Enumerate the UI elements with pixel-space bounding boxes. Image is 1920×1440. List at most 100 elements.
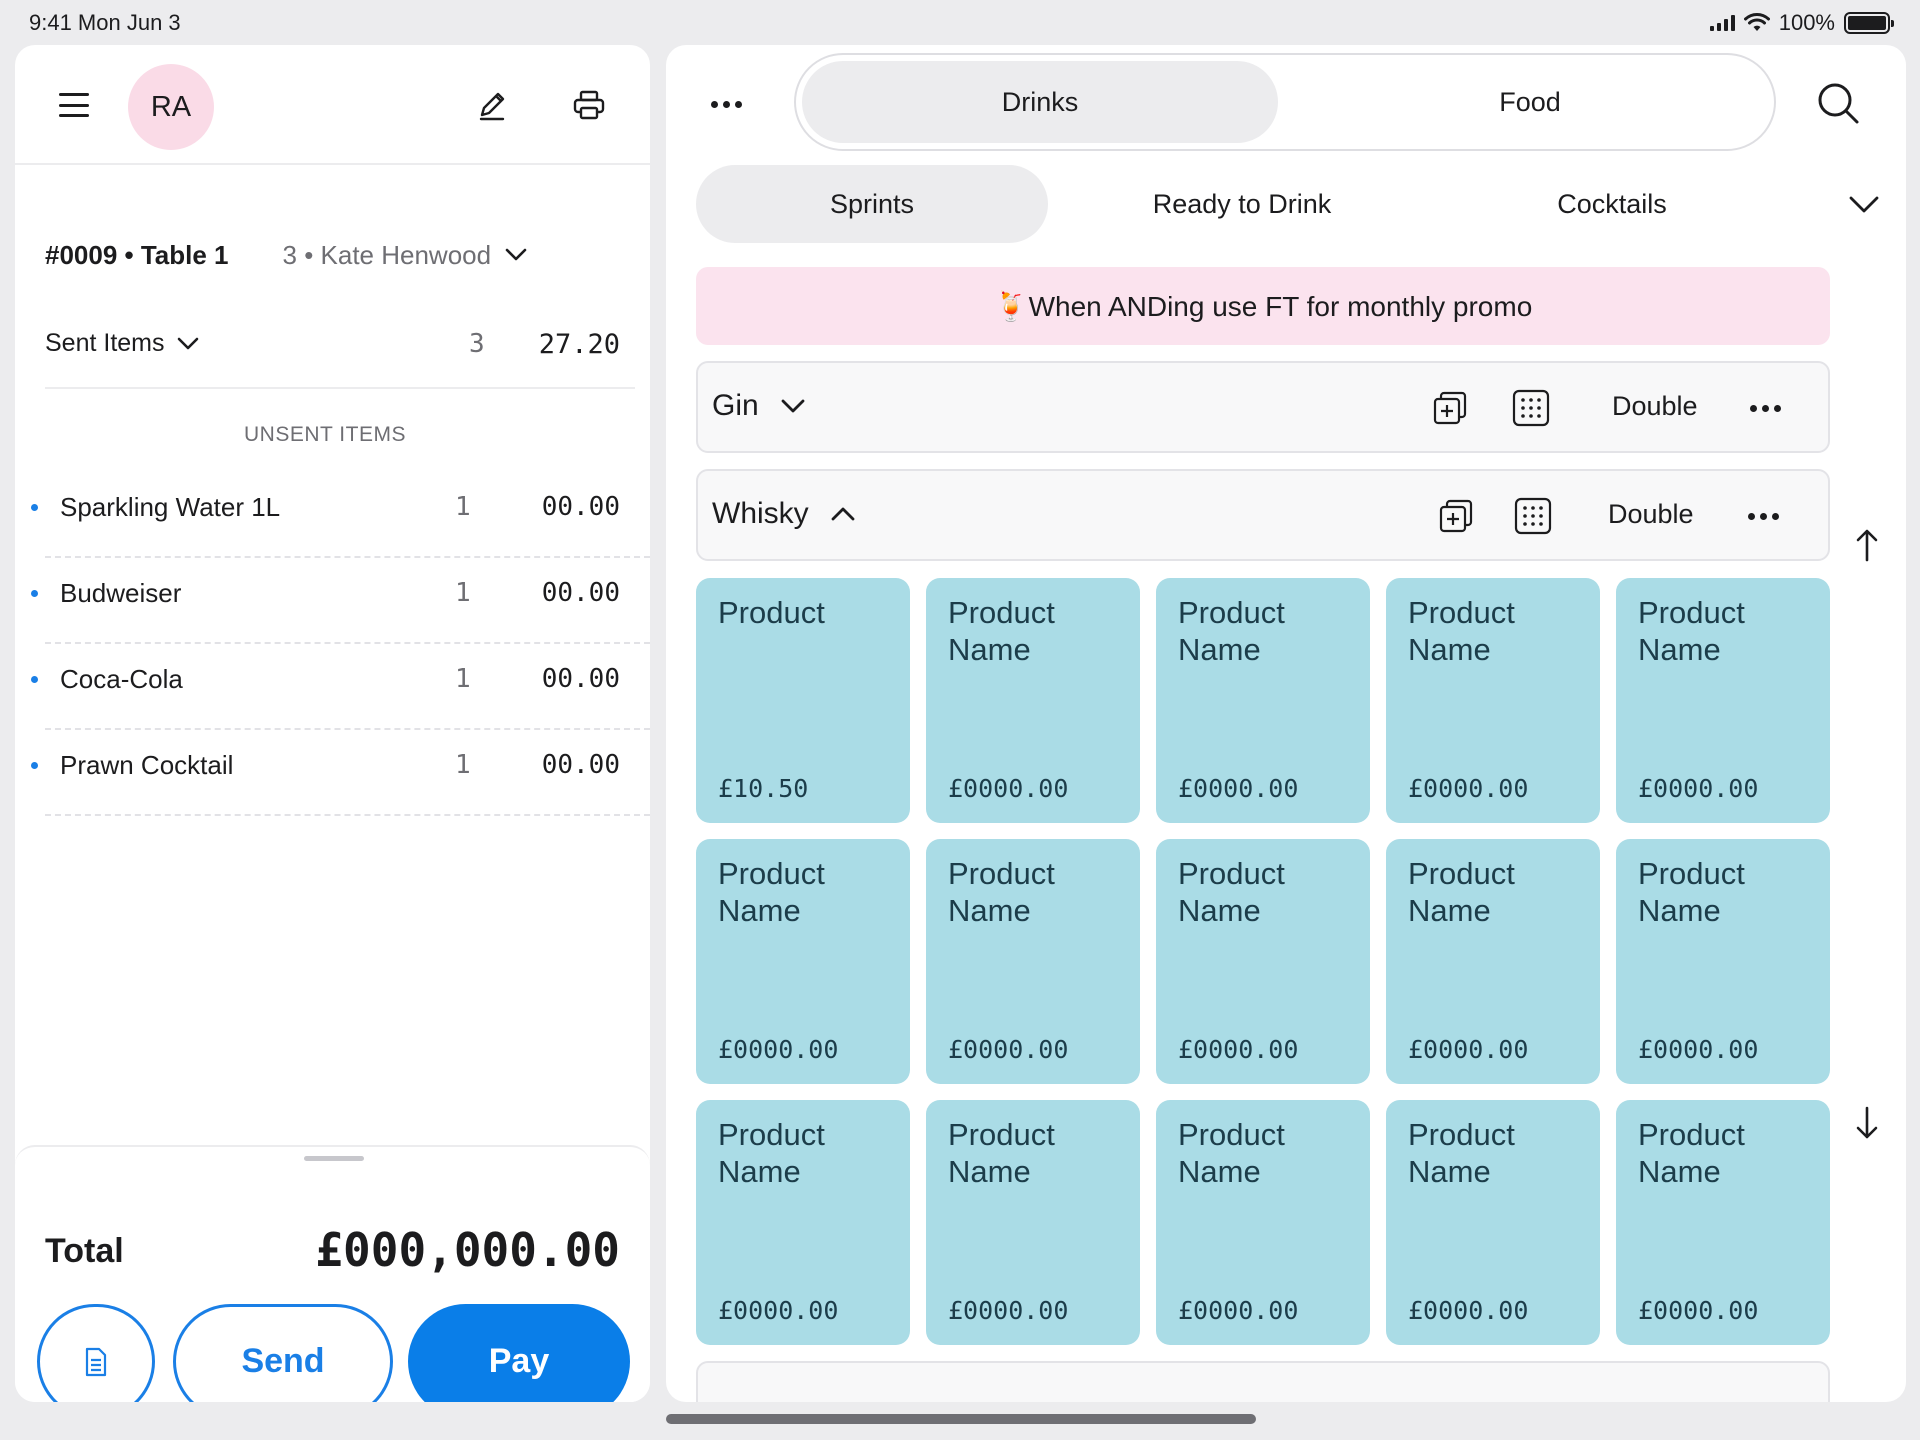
tab-drinks[interactable]: Drinks <box>802 61 1278 143</box>
portion-double-button[interactable]: Double <box>1612 391 1698 422</box>
sent-items-total: 27.20 <box>538 329 620 360</box>
product-name: Product <box>718 595 825 630</box>
product-tile[interactable]: Product Name £0000.00 <box>1156 1100 1370 1345</box>
arrow-down-icon[interactable] <box>1854 1105 1880 1141</box>
product-tile[interactable]: Product Name £0000.00 <box>1386 578 1600 823</box>
chevron-down-icon[interactable] <box>1846 187 1882 223</box>
list-item[interactable]: Sparkling Water 1L 1 00.00 <box>15 472 650 558</box>
chevron-down-icon <box>505 248 527 261</box>
item-qty: 1 <box>455 578 471 608</box>
item-price: 00.00 <box>541 578 620 608</box>
order-info-row: #0009 • Table 1 3 • Kate Henwood <box>45 237 625 273</box>
product-name: Product Name <box>1178 595 1285 667</box>
product-name: Product Name <box>718 856 825 928</box>
avatar[interactable]: RA <box>128 64 214 150</box>
list-item[interactable]: Coca-Cola 1 00.00 <box>15 644 650 730</box>
unsent-item-list: Sparkling Water 1L 1 00.00 Budweiser 1 0… <box>15 472 650 816</box>
unsent-dot <box>31 504 38 511</box>
product-tile[interactable]: Product Name £0000.00 <box>1616 1100 1830 1345</box>
drag-handle[interactable] <box>304 1156 364 1161</box>
item-name: Coca-Cola <box>60 664 183 694</box>
sent-items-toggle[interactable]: Sent Items <box>45 329 199 358</box>
product-price: £0000.00 <box>948 1296 1069 1325</box>
group-bar-next[interactable] <box>696 1361 1830 1402</box>
chevron-down-icon <box>177 337 198 349</box>
subtab-sprints[interactable]: Sprints <box>696 165 1048 243</box>
product-tile[interactable]: Product Name £0000.00 <box>1156 839 1370 1084</box>
group-toggle-gin[interactable]: Gin <box>712 389 805 423</box>
group-toggle-whisky[interactable]: Whisky <box>712 497 855 531</box>
product-tile[interactable]: Product Name £0000.00 <box>1156 578 1370 823</box>
tab-food[interactable]: Food <box>1292 61 1768 143</box>
subtab-cocktails[interactable]: Cocktails <box>1436 165 1788 243</box>
product-tile[interactable]: Product Name £0000.00 <box>926 578 1140 823</box>
keypad-icon[interactable] <box>1514 497 1552 535</box>
total-label: Total <box>45 1232 124 1270</box>
item-qty: 1 <box>455 664 471 694</box>
product-price: £0000.00 <box>1178 1296 1299 1325</box>
product-price: £0000.00 <box>1408 774 1529 803</box>
item-qty: 1 <box>455 750 471 780</box>
product-tile[interactable]: Product Name £0000.00 <box>696 839 910 1084</box>
hamburger-menu-icon[interactable] <box>59 93 89 117</box>
status-bar: 9:41 Mon Jun 3 100% <box>0 0 1920 44</box>
edit-pencil-icon[interactable] <box>472 85 512 125</box>
product-name: Product Name <box>1408 1117 1515 1189</box>
home-indicator[interactable] <box>666 1414 1256 1424</box>
product-price: £0000.00 <box>1408 1296 1529 1325</box>
chevron-up-icon <box>831 507 855 521</box>
pay-button[interactable]: Pay <box>408 1304 630 1402</box>
product-tile[interactable]: Product Name £0000.00 <box>1616 578 1830 823</box>
group-bar-gin: Gin Double <box>696 361 1830 453</box>
product-name: Product Name <box>1638 595 1745 667</box>
more-options-icon[interactable] <box>1748 513 1779 520</box>
guest-selector[interactable]: 3 • Kate Henwood <box>283 240 528 271</box>
menu-panel: Drinks Food Sprints Ready to Drink Cockt… <box>666 45 1906 1402</box>
item-name: Sparkling Water 1L <box>60 492 281 522</box>
product-name: Product Name <box>1178 1117 1285 1189</box>
product-tile[interactable]: Product Name £0000.00 <box>1616 839 1830 1084</box>
cellular-signal-icon <box>1709 15 1735 31</box>
unsent-dot <box>31 762 38 769</box>
unsent-items-heading: UNSENT ITEMS <box>244 423 406 446</box>
product-name: Product Name <box>948 856 1055 928</box>
add-duplicate-icon[interactable] <box>1438 498 1474 534</box>
product-name: Product Name <box>1408 856 1515 928</box>
sent-items-row[interactable]: Sent Items 3 27.20 <box>45 309 635 389</box>
printer-icon[interactable] <box>569 85 609 125</box>
group-name: Whisky <box>712 497 809 530</box>
arrow-up-icon[interactable] <box>1854 527 1880 563</box>
subtab-ready-to-drink[interactable]: Ready to Drink <box>1066 165 1418 243</box>
search-icon[interactable] <box>1816 81 1860 125</box>
keypad-icon[interactable] <box>1512 389 1550 427</box>
product-name: Product Name <box>1638 856 1745 928</box>
order-id: #0009 • Table 1 <box>45 239 229 270</box>
product-tile[interactable]: Product £10.50 <box>696 578 910 823</box>
product-price: £0000.00 <box>1408 1035 1529 1064</box>
product-price: £0000.00 <box>1178 1035 1299 1064</box>
add-duplicate-icon[interactable] <box>1432 390 1468 426</box>
more-options-icon[interactable] <box>1750 405 1781 412</box>
guest-label: 3 • Kate Henwood <box>282 239 492 270</box>
product-tile[interactable]: Product Name £0000.00 <box>1386 839 1600 1084</box>
sent-items-label: Sent Items <box>45 329 165 357</box>
list-item[interactable]: Prawn Cocktail 1 00.00 <box>15 730 650 816</box>
product-name: Product Name <box>1408 595 1515 667</box>
portion-double-button[interactable]: Double <box>1608 499 1694 530</box>
product-name: Product Name <box>948 595 1055 667</box>
product-price: £0000.00 <box>718 1035 839 1064</box>
product-tile[interactable]: Product Name £0000.00 <box>926 1100 1140 1345</box>
category-tabs: Drinks Food <box>794 53 1776 151</box>
item-name: Budweiser <box>60 578 182 608</box>
send-button[interactable]: Send <box>173 1304 393 1402</box>
subcategory-tabs: Sprints Ready to Drink Cocktails <box>696 165 1879 243</box>
product-tile[interactable]: Product Name £0000.00 <box>696 1100 910 1345</box>
list-item[interactable]: Budweiser 1 00.00 <box>15 558 650 644</box>
product-tile[interactable]: Product Name £0000.00 <box>1386 1100 1600 1345</box>
product-tile[interactable]: Product Name £0000.00 <box>926 839 1140 1084</box>
item-name: Prawn Cocktail <box>60 750 234 780</box>
more-options-icon[interactable] <box>711 101 742 108</box>
item-price: 00.00 <box>541 492 620 522</box>
status-indicators: 100% <box>1709 10 1894 36</box>
receipt-button[interactable] <box>37 1304 155 1402</box>
